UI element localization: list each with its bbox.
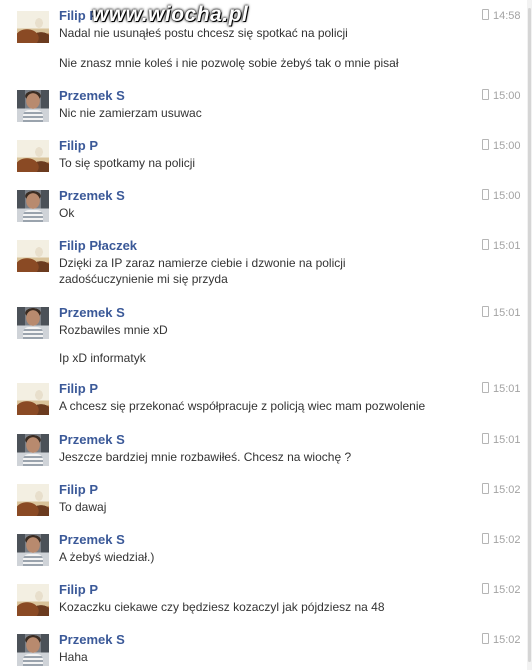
phone-icon: [482, 9, 489, 20]
phone-icon: [482, 239, 489, 250]
watermark: www.wiocha.pl: [92, 3, 249, 26]
timestamp: 15:02: [482, 633, 521, 647]
message-text: Rozbawiles mnie xD: [59, 323, 168, 337]
phone-icon: [482, 139, 489, 150]
message-text: Nadal nie usunąłeś postu chcesz się spot…: [59, 26, 348, 40]
sender-name[interactable]: Przemek S: [59, 432, 125, 448]
message-text: A chcesz się przekonać współpracuje z po…: [59, 399, 426, 413]
scrollbar-thumb[interactable]: [528, 8, 531, 662]
sender-name[interactable]: Przemek S: [59, 188, 125, 204]
avatar[interactable]: [17, 140, 49, 172]
avatar[interactable]: [17, 434, 49, 466]
message-text: To dawaj: [59, 500, 107, 514]
phone-icon: [482, 306, 489, 317]
avatar[interactable]: [17, 307, 49, 339]
sender-name[interactable]: Filip P: [59, 138, 98, 154]
timestamp: 15:00: [482, 189, 521, 203]
avatar[interactable]: [17, 240, 49, 272]
timestamp-text: 15:02: [493, 484, 521, 496]
timestamp-text: 15:01: [493, 434, 521, 446]
timestamp: 14:58: [482, 9, 521, 23]
timestamp-text: 15:01: [493, 307, 521, 319]
sender-name[interactable]: Przemek S: [59, 305, 125, 321]
message-text: Ok: [59, 206, 75, 220]
chat-conversation: Filip P Nadal nie usunąłeś postu chcesz s…: [0, 0, 532, 670]
timestamp-text: 15:00: [493, 90, 521, 102]
phone-icon: [482, 189, 489, 200]
phone-icon: [482, 583, 489, 594]
avatar[interactable]: [17, 190, 49, 222]
message-text: Nic nie zamierzam usuwac: [59, 106, 202, 120]
phone-icon: [482, 89, 489, 100]
message-text: Jeszcze bardziej mnie rozbawiłeś. Chcesz…: [59, 450, 352, 464]
timestamp-text: 15:02: [493, 634, 521, 646]
timestamp-text: 15:01: [493, 383, 521, 395]
sender-name[interactable]: Filip Płaczek: [59, 238, 137, 254]
timestamp: 15:02: [482, 583, 521, 597]
message-text: A żebyś wiedział.): [59, 550, 155, 564]
timestamp-text: 14:58: [493, 10, 521, 22]
phone-icon: [482, 483, 489, 494]
avatar[interactable]: [17, 534, 49, 566]
timestamp-text: 15:00: [493, 190, 521, 202]
sender-name[interactable]: Przemek S: [59, 532, 125, 548]
timestamp: 15:01: [482, 382, 521, 396]
timestamp: 15:01: [482, 239, 521, 253]
phone-icon: [482, 633, 489, 644]
timestamp: 15:01: [482, 306, 521, 320]
phone-icon: [482, 382, 489, 393]
message-text: Kozaczku ciekawe czy będziesz kozaczyl j…: [59, 600, 385, 614]
sender-name[interactable]: Filip P: [59, 482, 98, 498]
timestamp: 15:01: [482, 433, 521, 447]
avatar[interactable]: [17, 383, 49, 415]
phone-icon: [482, 433, 489, 444]
phone-icon: [482, 533, 489, 544]
avatar[interactable]: [17, 584, 49, 616]
avatar[interactable]: [17, 90, 49, 122]
timestamp: 15:02: [482, 533, 521, 547]
timestamp: 15:00: [482, 89, 521, 103]
sender-name[interactable]: Filip P: [59, 582, 98, 598]
avatar[interactable]: [17, 484, 49, 516]
sender-name[interactable]: Przemek S: [59, 88, 125, 104]
sender-name[interactable]: Filip P: [59, 381, 98, 397]
timestamp-text: 15:01: [493, 240, 521, 252]
timestamp: 15:02: [482, 483, 521, 497]
message-text: Nie znasz mnie koleś i nie pozwolę sobie…: [59, 56, 399, 70]
message-text: To się spotkamy na policji: [59, 156, 196, 170]
timestamp-text: 15:02: [493, 584, 521, 596]
message-text: Haha: [59, 650, 88, 664]
sender-name[interactable]: Przemek S: [59, 632, 125, 648]
message-text: Dzięki za IP zaraz namierze ciebie i dzw…: [59, 256, 346, 270]
message-text: zadośćuczynienie mi się przyda: [59, 272, 228, 286]
message-text: Ip xD informatyk: [59, 351, 146, 365]
avatar[interactable]: [17, 11, 49, 43]
avatar[interactable]: [17, 634, 49, 666]
timestamp: 15:00: [482, 139, 521, 153]
timestamp-text: 15:02: [493, 534, 521, 546]
timestamp-text: 15:00: [493, 140, 521, 152]
